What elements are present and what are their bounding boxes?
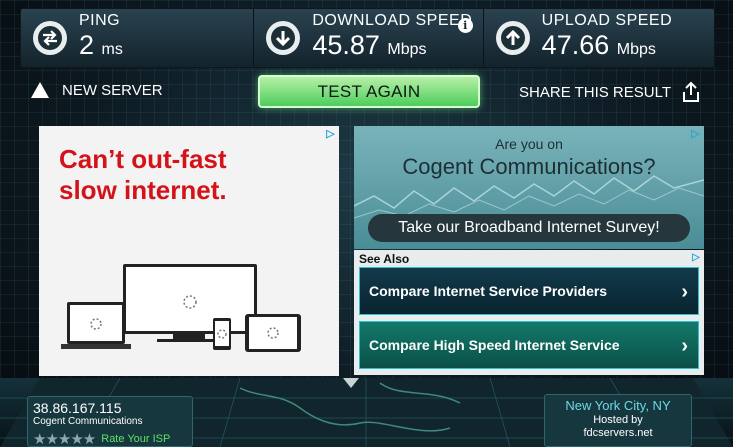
- server-info-box: New York City, NY Hosted by fdcservers.n…: [544, 394, 692, 447]
- rate-isp-link[interactable]: Rate Your ISP: [101, 433, 170, 445]
- ad-question-line1: Are you on: [495, 136, 563, 152]
- chevron-right-icon: ›: [681, 281, 688, 303]
- speedtest-results-panel: PING 2 ms DOWNLOAD SPEED 45.87 Mbps i UP…: [0, 0, 733, 447]
- rating-stars[interactable]: ★★★★★: [33, 430, 96, 447]
- server-city: New York City, NY: [565, 398, 671, 413]
- ping-arrows-icon: [33, 21, 67, 55]
- download-unit: Mbps: [387, 40, 427, 58]
- upload-label: UPLOAD SPEED: [541, 11, 673, 29]
- compare-high-speed-link[interactable]: Compare High Speed Internet Service ›: [359, 321, 699, 369]
- chevron-right-icon: ›: [681, 335, 688, 357]
- upload-unit: Mbps: [616, 40, 656, 58]
- upload-arrow-icon: [495, 21, 530, 55]
- adchoices-icon[interactable]: ▷: [690, 252, 702, 264]
- new-server-label: NEW SERVER: [62, 81, 163, 99]
- adchoices-icon[interactable]: ▷: [324, 128, 337, 141]
- controls-row: NEW SERVER TEST AGAIN SHARE THIS RESULT: [20, 72, 715, 110]
- see-also-label: See Also: [359, 252, 410, 266]
- client-isp: Cogent Communications: [33, 416, 143, 427]
- ad-headline-line1: Can’t out-fast: [59, 144, 227, 174]
- share-icon: [683, 81, 699, 102]
- share-label: SHARE THIS RESULT: [519, 83, 671, 101]
- download-value: 45.87: [312, 29, 380, 60]
- compare-high-speed-label: Compare High Speed Internet Service: [369, 337, 620, 353]
- test-again-button[interactable]: TEST AGAIN: [258, 75, 480, 108]
- down-chevron-icon: [343, 378, 359, 388]
- ping-unit: ms: [101, 40, 123, 58]
- devices-illustration: [61, 264, 301, 352]
- hosted-by-label: Hosted by: [593, 414, 643, 426]
- server-triangle-icon: [31, 82, 49, 98]
- compare-isp-label: Compare Internet Service Providers: [369, 283, 608, 299]
- ad-headline: Can’t out-fast slow internet.: [59, 144, 227, 206]
- ad-banner-left[interactable]: ▷ Can’t out-fast slow internet.: [39, 126, 339, 376]
- ad-question-line2: Cogent Communications?: [402, 154, 656, 179]
- server-host[interactable]: fdcservers.net: [545, 427, 691, 440]
- survey-button[interactable]: Take our Broadband Internet Survey!: [368, 214, 690, 242]
- new-server-button[interactable]: NEW SERVER: [30, 81, 163, 99]
- see-also-panel: See Also ▷ Compare Internet Service Prov…: [354, 250, 704, 375]
- upload-value: 47.66: [541, 29, 610, 60]
- ad-headline-line2: slow internet.: [59, 175, 227, 205]
- download-stat: DOWNLOAD SPEED 45.87 Mbps i: [254, 9, 484, 67]
- client-info-box: 38.86.167.115 Cogent Communications ★★★★…: [27, 396, 193, 447]
- stats-bar: PING 2 ms DOWNLOAD SPEED 45.87 Mbps i UP…: [20, 8, 715, 68]
- isp-survey-ad[interactable]: ▷ Are you on Cogent Communications? Take…: [354, 126, 704, 249]
- info-icon[interactable]: i: [457, 18, 473, 33]
- compare-isp-link[interactable]: Compare Internet Service Providers ›: [359, 267, 699, 315]
- ping-label: PING: [79, 11, 121, 29]
- upload-stat: UPLOAD SPEED 47.66 Mbps: [484, 9, 714, 67]
- share-result-button[interactable]: SHARE THIS RESULT: [519, 81, 701, 103]
- ping-stat: PING 2 ms: [21, 9, 255, 67]
- download-label: DOWNLOAD SPEED: [312, 11, 473, 29]
- ping-value: 2: [79, 29, 95, 60]
- client-ip: 38.86.167.115: [33, 400, 122, 416]
- download-arrow-icon: [266, 21, 301, 55]
